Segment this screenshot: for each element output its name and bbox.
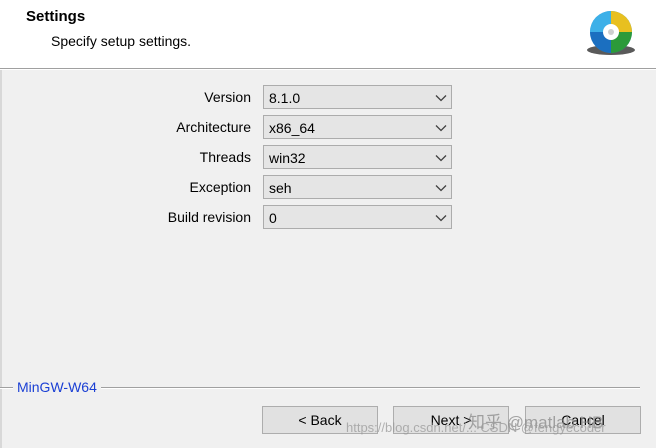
build-revision-value: 0 bbox=[269, 210, 277, 226]
wizard-header: Settings Specify setup settings. bbox=[0, 0, 656, 68]
architecture-label: Architecture bbox=[176, 119, 251, 135]
threads-label: Threads bbox=[199, 149, 251, 165]
cancel-button[interactable]: Cancel bbox=[525, 406, 641, 434]
setting-row-architecture: Architecture x86_64 bbox=[0, 115, 656, 141]
chevron-down-icon bbox=[435, 185, 447, 192]
next-button[interactable]: Next > bbox=[393, 406, 509, 434]
chevron-down-icon bbox=[435, 215, 447, 222]
architecture-value: x86_64 bbox=[269, 120, 315, 136]
installer-disc-icon bbox=[587, 11, 635, 55]
brand-label: MinGW-W64 bbox=[13, 379, 101, 395]
exception-label: Exception bbox=[189, 179, 251, 195]
setup-window: Settings Specify setup settings. Version… bbox=[0, 0, 656, 448]
setting-row-version: Version 8.1.0 bbox=[0, 85, 656, 111]
build-revision-select[interactable]: 0 bbox=[263, 205, 452, 229]
page-title: Settings bbox=[26, 8, 86, 25]
setting-row-exception: Exception seh bbox=[0, 175, 656, 201]
exception-select[interactable]: seh bbox=[263, 175, 452, 199]
version-select[interactable]: 8.1.0 bbox=[263, 85, 452, 109]
threads-value: win32 bbox=[269, 150, 306, 166]
page-subtitle: Specify setup settings. bbox=[51, 33, 192, 49]
version-value: 8.1.0 bbox=[269, 90, 301, 106]
setting-row-build-revision: Build revision 0 bbox=[0, 205, 656, 231]
version-label: Version bbox=[204, 89, 251, 105]
exception-value: seh bbox=[269, 180, 292, 196]
architecture-select[interactable]: x86_64 bbox=[263, 115, 452, 139]
setting-row-threads: Threads win32 bbox=[0, 145, 656, 171]
threads-select[interactable]: win32 bbox=[263, 145, 452, 169]
header-divider-highlight bbox=[0, 69, 656, 70]
back-button[interactable]: < Back bbox=[262, 406, 378, 434]
chevron-down-icon bbox=[435, 95, 447, 102]
build-revision-label: Build revision bbox=[167, 209, 251, 225]
chevron-down-icon bbox=[435, 125, 447, 132]
chevron-down-icon bbox=[435, 155, 447, 162]
